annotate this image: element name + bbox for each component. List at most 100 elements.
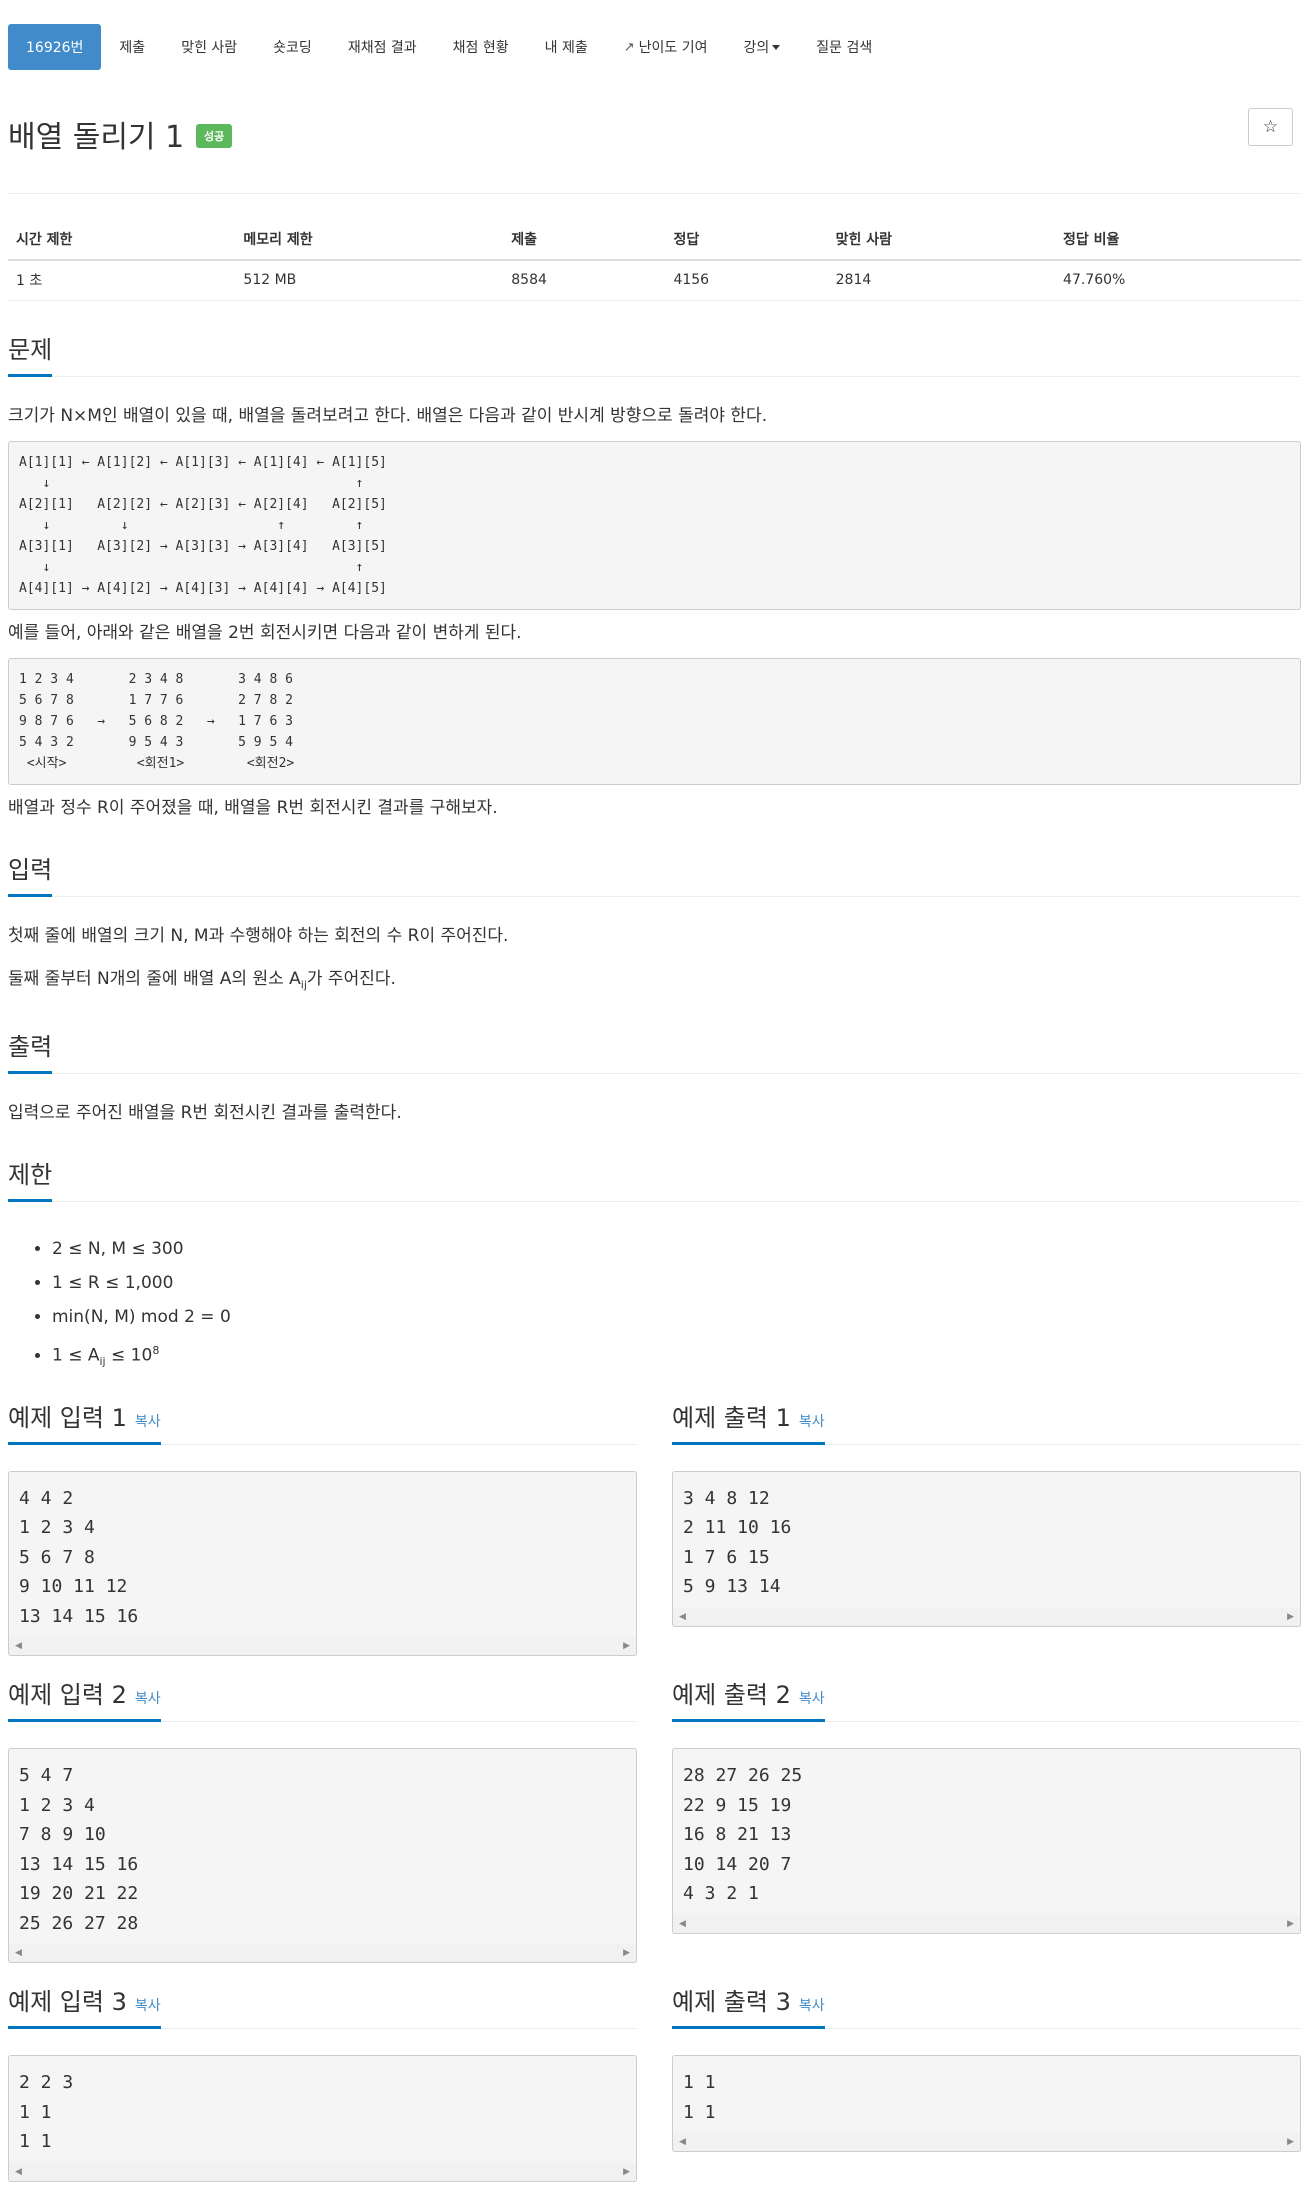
- problem-section-header: 문제: [8, 335, 1301, 377]
- header-time-limit: 시간 제한: [8, 220, 236, 261]
- favorite-star-button[interactable]: ☆: [1248, 108, 1293, 146]
- problem-header: 배열 돌리기 1 성공 ☆: [8, 108, 1301, 194]
- sample-input-3-heading: 예제 입력 3 복사: [8, 1982, 161, 2030]
- sample-output-3-heading: 예제 출력 3 복사: [672, 1982, 825, 2030]
- list-item: 1 ≤ Aij ≤ 108: [52, 1334, 1301, 1379]
- sample-input-1-content: 4 4 2 1 2 3 4 5 6 7 8 9 10 11 12 13 14 1…: [8, 1470, 637, 1638]
- limits-list: 2 ≤ N, M ≤ 300 1 ≤ R ≤ 1,000 min(N, M) m…: [8, 1232, 1301, 1379]
- horizontal-scrollbar[interactable]: ◀ ▶: [8, 1637, 637, 1657]
- horizontal-scrollbar[interactable]: ◀ ▶: [672, 1607, 1301, 1627]
- cell-time-limit: 1 초: [8, 260, 236, 301]
- sample-input-3-content: 2 2 3 1 1 1 1: [8, 2055, 637, 2163]
- limit-text-mid: ≤ 10: [105, 1345, 153, 1366]
- sample-input-1-header: 예제 입력 1 복사: [8, 1403, 637, 1445]
- scroll-right-icon[interactable]: ▶: [623, 1641, 630, 1651]
- copy-button[interactable]: 복사: [135, 1995, 161, 2015]
- tab-short-coding[interactable]: 숏코딩: [255, 24, 330, 70]
- tab-difficulty-label: 난이도 기여: [638, 40, 708, 56]
- input-section-header: 입력: [8, 855, 1301, 897]
- scroll-right-icon[interactable]: ▶: [1287, 1612, 1294, 1622]
- external-link-icon: ↗: [623, 39, 635, 55]
- sample-input-1-title: 예제 입력 1: [8, 1403, 127, 1432]
- list-item: 1 ≤ R ≤ 1,000: [52, 1266, 1301, 1300]
- status-badge: 성공: [196, 124, 233, 148]
- limit-heading: 제한: [8, 1155, 53, 1202]
- problem-description-1: 크기가 N×M인 배열이 있을 때, 배열을 돌려보려고 한다. 배열은 다음과…: [8, 405, 768, 426]
- scroll-right-icon[interactable]: ▶: [623, 2167, 630, 2177]
- problem-heading: 문제: [8, 330, 53, 377]
- output-heading: 출력: [8, 1027, 53, 1074]
- scroll-right-icon[interactable]: ▶: [1287, 2137, 1294, 2147]
- problem-heading-text: 문제: [8, 335, 53, 364]
- tab-submit[interactable]: 제출: [101, 24, 163, 70]
- tab-my-submissions[interactable]: 내 제출: [527, 24, 606, 70]
- horizontal-scrollbar[interactable]: ◀ ▶: [8, 1944, 637, 1964]
- horizontal-scrollbar[interactable]: ◀ ▶: [8, 2162, 637, 2182]
- table-header-row: 시간 제한 메모리 제한 제출 정답 맞힌 사람 정답 비율: [8, 220, 1301, 261]
- sample-input-2-content: 5 4 7 1 2 3 4 7 8 9 10 13 14 15 16 19 20…: [8, 1748, 637, 1945]
- copy-button[interactable]: 복사: [799, 1411, 825, 1431]
- output-section-header: 출력: [8, 1032, 1301, 1074]
- scroll-right-icon[interactable]: ▶: [623, 1948, 630, 1958]
- tab-solvers[interactable]: 맞힌 사람: [163, 24, 255, 70]
- header-submissions: 제출: [503, 220, 666, 261]
- samples-grid: 예제 입력 1 복사 4 4 2 1 2 3 4 5 6 7 8 9 10 11 …: [8, 1379, 1301, 2182]
- sample-input-3: 예제 입력 3 복사 2 2 3 1 1 1 1 ◀ ▶: [8, 1963, 637, 2182]
- input-description-1: 첫째 줄에 배열의 크기 N, M과 수행해야 하는 회전의 수 R이 주어진다…: [8, 925, 509, 946]
- scroll-left-icon[interactable]: ◀: [679, 2137, 686, 2147]
- cell-submissions: 8584: [503, 260, 666, 301]
- input-description-2: 둘째 줄부터 N개의 줄에 배열 A의 원소 Aij가 주어진다.: [8, 966, 1301, 998]
- sample-input-1: 예제 입력 1 복사 4 4 2 1 2 3 4 5 6 7 8 9 10 11 …: [8, 1379, 637, 1657]
- sample-input-2-title: 예제 입력 2: [8, 1681, 127, 1710]
- sample-input-1-heading: 예제 입력 1 복사: [8, 1398, 161, 1445]
- header-accepted: 정답: [665, 220, 828, 261]
- header-solvers: 맞힌 사람: [827, 220, 1056, 261]
- horizontal-scrollbar[interactable]: ◀ ▶: [672, 1914, 1301, 1934]
- sample-output-1: 예제 출력 1 복사 3 4 8 12 2 11 10 16 1 7 6 15 5…: [672, 1379, 1301, 1657]
- problem-description-3: 배열과 정수 R이 주어졌을 때, 배열을 R번 회전시킨 결과를 구해보자.: [8, 797, 498, 818]
- sample-output-1-header: 예제 출력 1 복사: [672, 1403, 1301, 1445]
- sample-output-2-header: 예제 출력 2 복사: [672, 1680, 1301, 1723]
- sample-output-3-title: 예제 출력 3: [672, 1988, 791, 2017]
- scroll-left-icon[interactable]: ◀: [15, 1641, 22, 1651]
- copy-button[interactable]: 복사: [799, 1995, 825, 2015]
- tab-problem-number[interactable]: 16926번: [8, 24, 102, 70]
- horizontal-scrollbar[interactable]: ◀ ▶: [672, 2133, 1301, 2153]
- input-desc-text: 둘째 줄부터 N개의 줄에 배열 A의 원소 A: [8, 968, 301, 989]
- cell-accepted: 4156: [665, 260, 828, 301]
- list-item: 2 ≤ N, M ≤ 300: [52, 1232, 1301, 1266]
- tab-difficulty-contribution[interactable]: ↗ 난이도 기여: [606, 24, 726, 70]
- sample-output-3-header: 예제 출력 3 복사: [672, 1987, 1301, 2030]
- cell-memory-limit: 512 MB: [235, 260, 504, 301]
- copy-button[interactable]: 복사: [135, 1688, 161, 1708]
- input-heading-text: 입력: [8, 855, 53, 884]
- cell-solvers: 2814: [827, 260, 1056, 301]
- tab-judge-status[interactable]: 채점 현황: [435, 24, 527, 70]
- sample-output-2-content: 28 27 26 25 22 9 15 19 16 8 21 13 10 14 …: [672, 1748, 1301, 1915]
- tab-question-search[interactable]: 질문 검색: [798, 24, 890, 70]
- limit-section-header: 제한: [8, 1160, 1301, 1202]
- cell-accept-ratio: 47.760%: [1055, 260, 1301, 301]
- scroll-left-icon[interactable]: ◀: [15, 1948, 22, 1958]
- tab-lectures-label: 강의: [743, 40, 770, 56]
- scroll-left-icon[interactable]: ◀: [679, 1919, 686, 1929]
- copy-button[interactable]: 복사: [799, 1688, 825, 1708]
- header-accept-ratio: 정답 비율: [1055, 220, 1301, 261]
- caret-down-icon: [772, 44, 781, 50]
- tab-rejudge-results[interactable]: 재채점 결과: [330, 24, 435, 70]
- copy-button[interactable]: 복사: [135, 1411, 161, 1431]
- table-row: 1 초 512 MB 8584 4156 2814 47.760%: [8, 260, 1301, 301]
- header-memory-limit: 메모리 제한: [235, 220, 504, 261]
- rotation-diagram: A[1][1] ← A[1][2] ← A[1][3] ← A[1][4] ← …: [8, 440, 1301, 610]
- sample-output-3: 예제 출력 3 복사 1 1 1 1 ◀ ▶: [672, 1963, 1301, 2182]
- sample-input-2: 예제 입력 2 복사 5 4 7 1 2 3 4 7 8 9 10 13 14 1…: [8, 1656, 637, 1964]
- output-description: 입력으로 주어진 배열을 R번 회전시킨 결과를 출력한다.: [8, 1102, 402, 1123]
- scroll-left-icon[interactable]: ◀: [15, 2167, 22, 2177]
- scroll-right-icon[interactable]: ▶: [1287, 1919, 1294, 1929]
- sample-output-2: 예제 출력 2 복사 28 27 26 25 22 9 15 19 16 8 21…: [672, 1656, 1301, 1963]
- input-heading: 입력: [8, 850, 53, 897]
- tab-lectures-dropdown[interactable]: 강의: [726, 24, 799, 70]
- scroll-left-icon[interactable]: ◀: [679, 1612, 686, 1622]
- sample-input-2-heading: 예제 입력 2 복사: [8, 1675, 161, 1723]
- limit-heading-text: 제한: [8, 1160, 53, 1189]
